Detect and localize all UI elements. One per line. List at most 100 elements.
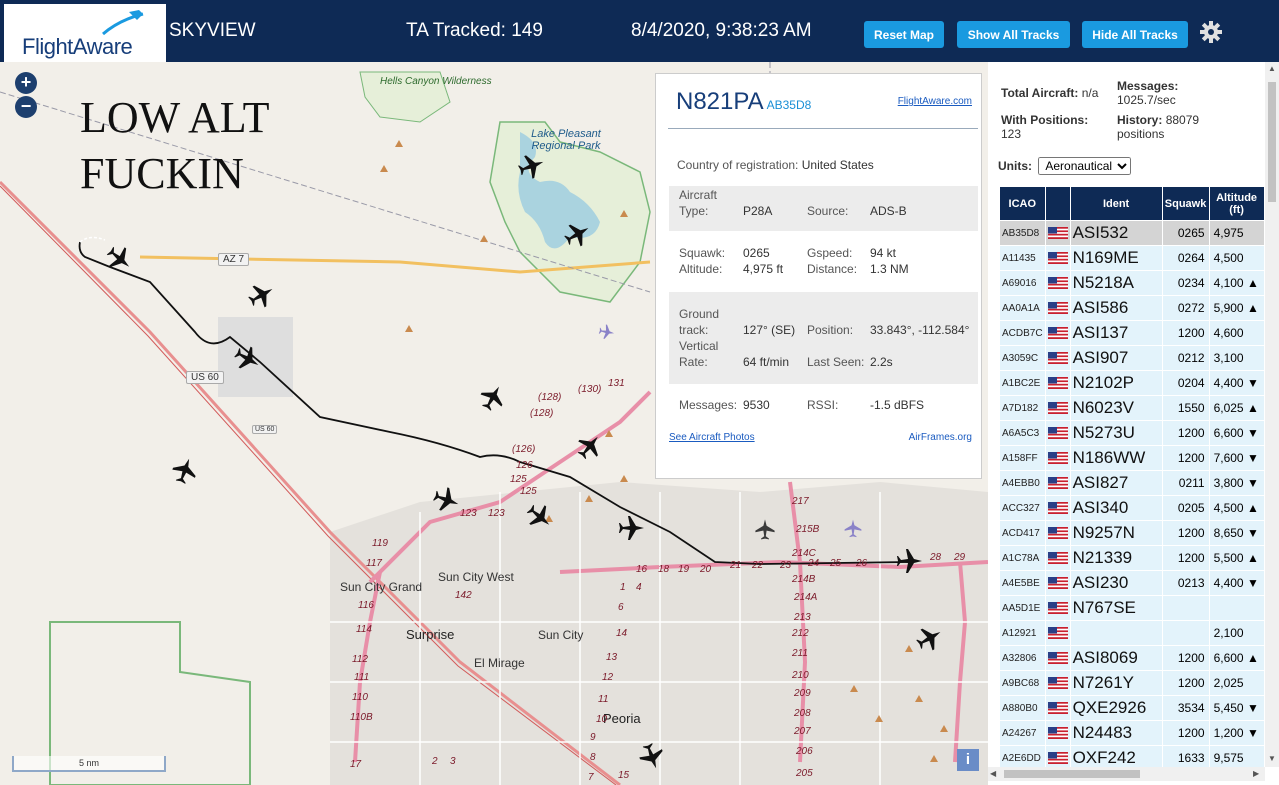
table-row[interactable]: ACD417 N9257N 1200 8,650 ▼ bbox=[1000, 521, 1264, 545]
road-number-label: 21 bbox=[730, 560, 742, 571]
table-row[interactable]: A24267 N24483 1200 1,200 ▼ bbox=[1000, 721, 1264, 745]
flightaware-link[interactable]: FlightAware.com bbox=[898, 96, 972, 107]
table-row[interactable]: ACDB7C ASI137 1200 4,600 bbox=[1000, 321, 1264, 345]
vertical-scrollbar[interactable]: ▲ ▼ bbox=[1265, 62, 1279, 767]
row-icao: AB35D8 bbox=[1000, 221, 1045, 245]
aircraft-icon[interactable] bbox=[897, 549, 922, 573]
row-icao: A1BC2E bbox=[1000, 371, 1045, 395]
history-unit: positions bbox=[1117, 127, 1165, 141]
table-row[interactable]: A7D182 N6023V 1550 6,025 ▲ bbox=[1000, 396, 1264, 420]
aircraft-icon[interactable] bbox=[515, 150, 548, 182]
table-row[interactable]: A6A5C3 N5273U 1200 6,600 ▼ bbox=[1000, 421, 1264, 445]
row-altitude: 4,400 ▼ bbox=[1209, 571, 1264, 595]
popup-ident: N821PA bbox=[676, 88, 764, 115]
col-ident[interactable]: Ident bbox=[1070, 187, 1162, 220]
aircraft-icon[interactable] bbox=[619, 516, 644, 540]
road-number-label: 22 bbox=[752, 560, 764, 571]
aircraft-icon[interactable] bbox=[522, 499, 557, 534]
col-squawk[interactable]: Squawk bbox=[1162, 187, 1209, 220]
aircraft-icon[interactable] bbox=[244, 278, 279, 312]
road-number-label: 125 bbox=[520, 486, 537, 497]
road-number-label: 119 bbox=[372, 538, 388, 549]
row-ident: N5273U bbox=[1070, 421, 1162, 445]
show-all-tracks-button[interactable]: Show All Tracks bbox=[957, 21, 1070, 48]
aircraft-icon[interactable] bbox=[844, 519, 862, 538]
history-stat: History: 88079 positions bbox=[1117, 113, 1199, 141]
table-row[interactable]: A3059C ASI907 0212 3,100 bbox=[1000, 346, 1264, 370]
table-row[interactable]: A11435 N169ME 0264 4,500 bbox=[1000, 246, 1264, 270]
popup-header: N821PA AB35D8 bbox=[676, 88, 811, 116]
table-row[interactable]: A1C78A N21339 1200 5,500 ▲ bbox=[1000, 546, 1264, 570]
aircraft-icon[interactable] bbox=[572, 429, 607, 464]
squawk-label: Squawk: bbox=[679, 246, 726, 260]
row-flag bbox=[1045, 396, 1070, 420]
vertical-scroll-thumb[interactable] bbox=[1268, 82, 1276, 202]
position-label: Position: bbox=[807, 323, 854, 337]
aircraft-icon[interactable] bbox=[230, 342, 265, 376]
units-select[interactable]: Aeronautical bbox=[1038, 157, 1132, 175]
table-row[interactable]: A12921 2,100 bbox=[1000, 621, 1264, 645]
table-row[interactable]: A158FF N186WW 1200 7,600 ▼ bbox=[1000, 446, 1264, 470]
row-flag bbox=[1045, 596, 1070, 620]
scroll-down-arrow-icon[interactable]: ▼ bbox=[1268, 754, 1276, 763]
table-row[interactable]: A69016 N5218A 0234 4,100 ▲ bbox=[1000, 271, 1264, 295]
us-flag-icon bbox=[1047, 252, 1068, 264]
horizontal-scroll-thumb[interactable] bbox=[1004, 770, 1140, 778]
scroll-left-arrow-icon[interactable]: ◀ bbox=[990, 769, 996, 778]
aircraft-icon[interactable] bbox=[102, 241, 137, 276]
aircraft-icon[interactable] bbox=[598, 323, 616, 341]
row-altitude-value: 4,400 bbox=[1213, 376, 1244, 390]
col-icao[interactable]: ICAO bbox=[1000, 187, 1045, 220]
horizontal-scrollbar[interactable]: ◀ ▶ bbox=[988, 767, 1265, 781]
zoom-out-button[interactable]: − bbox=[15, 96, 37, 118]
road-number-label: 2 bbox=[432, 756, 438, 767]
total-aircraft-label: Total Aircraft: bbox=[1001, 86, 1079, 100]
zoom-in-button[interactable]: + bbox=[15, 72, 37, 94]
aircraft-icon[interactable] bbox=[755, 519, 775, 540]
row-altitude-value: 6,600 bbox=[1213, 651, 1244, 665]
table-row[interactable]: A880B0 QXE2926 3534 5,450 ▼ bbox=[1000, 696, 1264, 720]
table-row[interactable]: A4E5BE ASI230 0213 4,400 ▼ bbox=[1000, 571, 1264, 595]
road-number-label: 29 bbox=[954, 552, 966, 563]
airframes-link[interactable]: AirFrames.org bbox=[909, 432, 972, 443]
aircraft-icon[interactable] bbox=[169, 454, 201, 487]
us-flag-icon bbox=[1047, 702, 1068, 714]
row-squawk: 0272 bbox=[1162, 296, 1209, 320]
col-flag[interactable] bbox=[1045, 187, 1070, 220]
aircraft-icon[interactable] bbox=[636, 740, 668, 773]
aircraft-icon[interactable] bbox=[912, 621, 947, 655]
ground-label-2: track: bbox=[679, 323, 709, 337]
table-row[interactable]: AB35D8 ASI532 0265 4,975 bbox=[1000, 221, 1264, 245]
us-flag-icon bbox=[1047, 427, 1068, 439]
road-number-label: 26 bbox=[856, 558, 868, 569]
aircraft-icon[interactable] bbox=[476, 380, 510, 415]
popup-icao[interactable]: AB35D8 bbox=[767, 98, 812, 112]
scroll-right-arrow-icon[interactable]: ▶ bbox=[1253, 769, 1259, 778]
altitude-trend-icon: ▼ bbox=[1246, 576, 1259, 590]
gear-icon[interactable] bbox=[1199, 20, 1223, 44]
table-row[interactable]: A4EBB0 ASI827 0211 3,800 ▼ bbox=[1000, 471, 1264, 495]
see-aircraft-photos-link[interactable]: See Aircraft Photos bbox=[669, 432, 755, 443]
hide-all-tracks-button[interactable]: Hide All Tracks bbox=[1082, 21, 1188, 48]
table-row[interactable]: A9BC68 N7261Y 1200 2,025 bbox=[1000, 671, 1264, 695]
aircraft-icon[interactable] bbox=[430, 484, 463, 516]
last-seen-label: Last Seen: bbox=[807, 355, 865, 369]
reset-map-button[interactable]: Reset Map bbox=[864, 21, 944, 48]
table-row[interactable]: AA5D1E N767SE bbox=[1000, 596, 1264, 620]
flightaware-logo[interactable]: FlightAware bbox=[4, 4, 166, 62]
us-flag-icon bbox=[1047, 352, 1068, 364]
col-altitude[interactable]: Altitude (ft) bbox=[1209, 187, 1264, 220]
table-row[interactable]: ACC327 ASI340 0205 4,500 ▲ bbox=[1000, 496, 1264, 520]
vert-label-1: Vertical bbox=[679, 339, 719, 353]
table-row[interactable]: AA0A1A ASI586 0272 5,900 ▲ bbox=[1000, 296, 1264, 320]
aircraft-icon[interactable] bbox=[560, 217, 595, 251]
scroll-up-arrow-icon[interactable]: ▲ bbox=[1268, 64, 1276, 73]
table-row[interactable]: A32806 ASI8069 1200 6,600 ▲ bbox=[1000, 646, 1264, 670]
altitude-trend-icon: ▼ bbox=[1246, 476, 1259, 490]
road-number-label: 6 bbox=[618, 602, 624, 613]
road-number-label: 211 bbox=[792, 648, 808, 659]
row-ident: N5218A bbox=[1070, 271, 1162, 295]
table-row[interactable]: A1BC2E N2102P 0204 4,400 ▼ bbox=[1000, 371, 1264, 395]
map-info-button[interactable]: i bbox=[957, 749, 979, 771]
row-flag bbox=[1045, 546, 1070, 570]
